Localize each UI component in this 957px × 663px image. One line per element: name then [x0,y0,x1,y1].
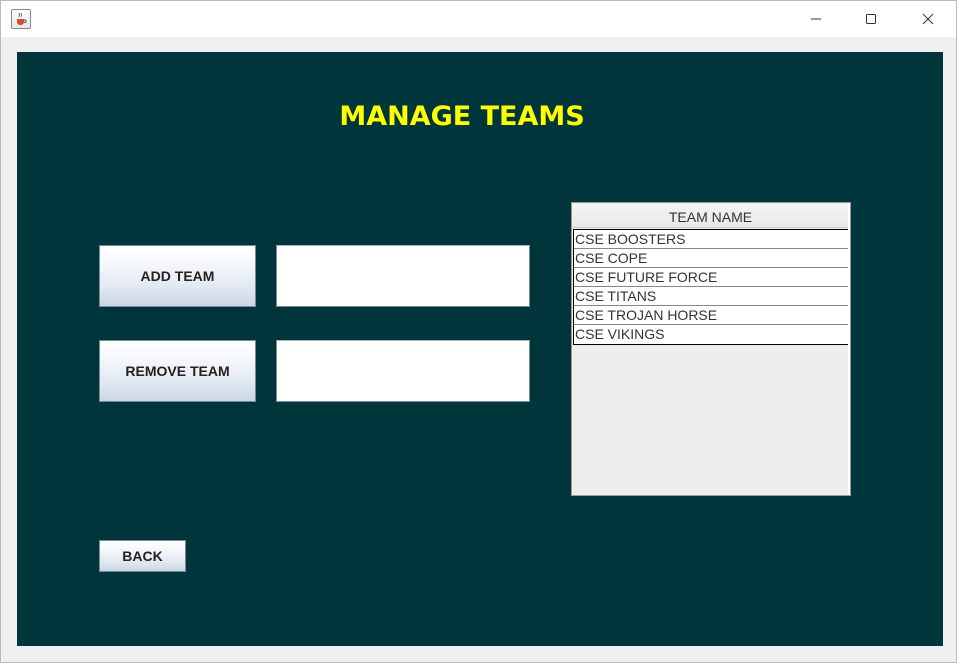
add-team-button[interactable]: ADD TEAM [99,245,256,307]
add-team-input[interactable] [276,245,530,307]
table-row[interactable]: CSE TITANS [574,287,848,306]
table-row[interactable]: CSE COPE [574,249,848,268]
remove-team-input[interactable] [276,340,530,402]
application-window: MANAGE TEAMS ADD TEAM REMOVE TEAM BACK T… [0,0,957,663]
table-row[interactable]: CSE TROJAN HORSE [574,306,848,325]
column-header-team-name[interactable]: TEAM NAME [573,204,849,228]
title-bar[interactable] [1,1,956,37]
remove-team-button[interactable]: REMOVE TEAM [99,340,256,402]
teams-table[interactable]: TEAM NAME CSE BOOSTERS CSE COPE CSE FUTU… [571,202,851,496]
table-row[interactable]: CSE BOOSTERS [574,230,848,249]
back-button[interactable]: BACK [99,540,186,572]
minimize-icon[interactable] [793,1,839,37]
close-icon[interactable] [905,1,951,37]
table-row[interactable]: CSE VIKINGS [574,325,848,344]
java-cup-icon[interactable] [11,9,31,29]
table-edge [848,203,850,495]
page-title: MANAGE TEAMS [339,101,585,132]
table-body: CSE BOOSTERS CSE COPE CSE FUTURE FORCE C… [573,229,849,345]
table-row[interactable]: CSE FUTURE FORCE [574,268,848,287]
main-panel: MANAGE TEAMS ADD TEAM REMOVE TEAM BACK T… [17,52,943,646]
maximize-icon[interactable] [848,1,894,37]
